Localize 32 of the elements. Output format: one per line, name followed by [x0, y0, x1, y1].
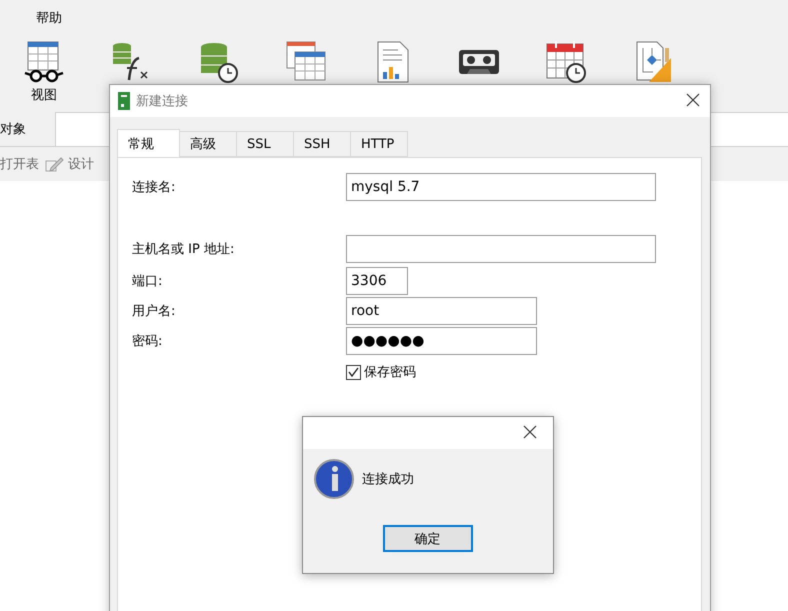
field-label: 密码:: [132, 333, 164, 350]
input-field[interactable]: root: [346, 297, 537, 325]
field-label: 连接名:: [132, 179, 176, 196]
check-icon: [347, 366, 360, 378]
pencil-icon: [45, 155, 65, 173]
table-glasses-icon: [22, 40, 66, 84]
field-label: 用户名:: [132, 303, 176, 320]
info-icon: [314, 459, 354, 499]
tab[interactable]: SSL: [236, 131, 294, 157]
close-button[interactable]: [686, 93, 702, 109]
tab[interactable]: 高级: [179, 131, 237, 157]
ok-button[interactable]: 确定: [382, 525, 472, 552]
toolbar-action[interactable]: 打开表: [0, 155, 39, 173]
close-icon: [686, 93, 700, 107]
menu-item[interactable]: 帮助: [36, 9, 62, 27]
input-field[interactable]: [346, 235, 656, 263]
field-label: 端口:: [132, 273, 164, 290]
tab[interactable]: SSH: [293, 131, 351, 157]
input-field[interactable]: mysql 5.7: [346, 173, 656, 201]
tab[interactable]: 常规: [117, 129, 180, 157]
field-label: 主机名或 IP 地址:: [132, 241, 236, 258]
window-title: 新建连接: [136, 93, 189, 110]
close-icon: [523, 425, 537, 439]
toolbar-label[interactable]: 视图: [31, 86, 57, 104]
save-password-checkbox[interactable]: 保存密码: [346, 363, 687, 381]
tab[interactable]: HTTP: [350, 131, 408, 157]
input-field[interactable]: ●●●●●●: [346, 327, 537, 355]
toolbar-action[interactable]: 设计: [45, 155, 94, 173]
message-text: 连接成功: [362, 471, 414, 488]
close-button[interactable]: [523, 425, 539, 441]
server-icon: [118, 92, 130, 110]
input-field[interactable]: 3306: [346, 267, 408, 295]
